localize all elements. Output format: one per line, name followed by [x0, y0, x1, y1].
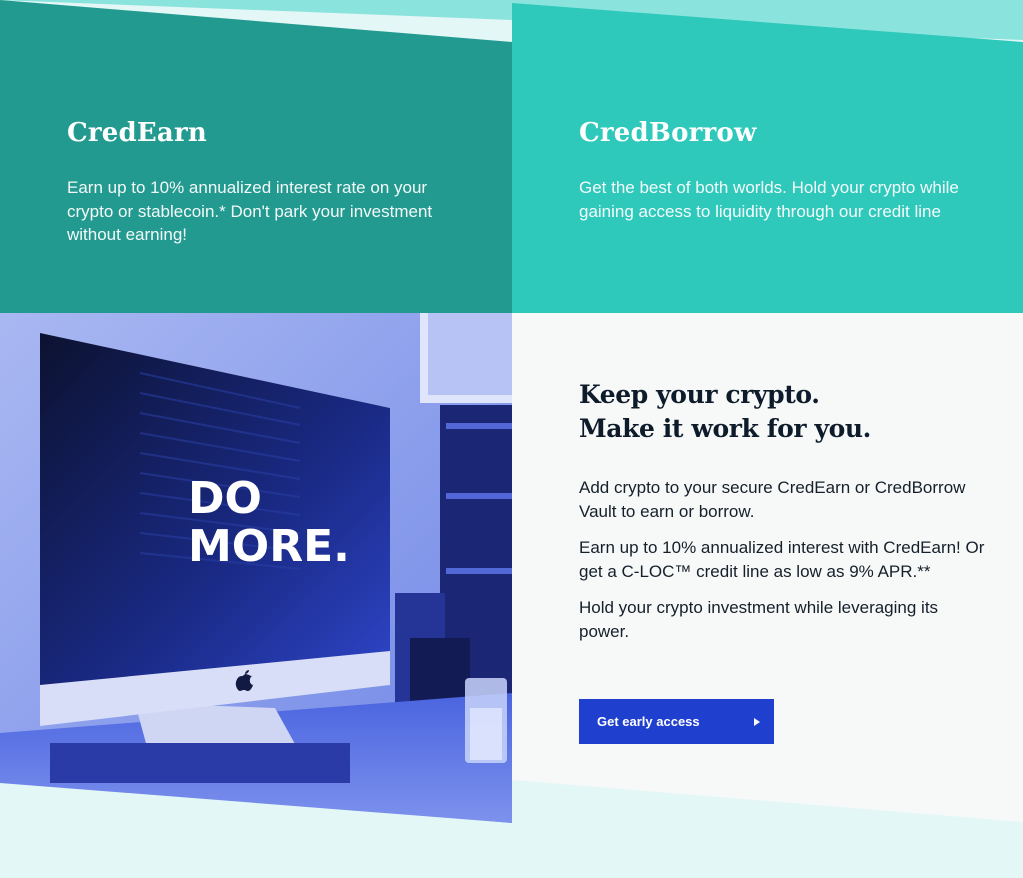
credborrow-card: CredBorrow Get the best of both worlds. …	[579, 118, 969, 223]
hero-paragraph-1: Add crypto to your secure CredEarn or Cr…	[579, 478, 966, 521]
screen-text-do: DO	[188, 473, 262, 524]
hero-paragraph-3: Hold your crypto investment while levera…	[579, 598, 939, 641]
play-arrow-icon	[754, 717, 760, 726]
credearn-description: Earn up to 10% annualized interest rate …	[67, 178, 433, 244]
credborrow-description: Get the best of both worlds. Hold your c…	[579, 178, 959, 221]
hero-section: Keep your crypto. Make it work for you. …	[579, 378, 989, 656]
desktop-photo: DO MORE.	[0, 313, 512, 823]
hero-heading: Keep your crypto. Make it work for you.	[579, 378, 989, 446]
credborrow-title: CredBorrow	[579, 118, 757, 148]
hero-heading-line2: Make it work for you.	[579, 414, 871, 443]
hero-paragraph-2: Earn up to 10% annualized interest with …	[579, 538, 985, 581]
hero-heading-line1: Keep your crypto.	[579, 380, 820, 409]
credearn-card: CredEarn Earn up to 10% annualized inter…	[67, 118, 437, 247]
credearn-title: CredEarn	[67, 118, 207, 148]
get-early-access-button[interactable]: Get early access	[579, 699, 774, 744]
cta-label: Get early access	[597, 714, 700, 729]
screen-text-more: MORE.	[188, 521, 350, 572]
